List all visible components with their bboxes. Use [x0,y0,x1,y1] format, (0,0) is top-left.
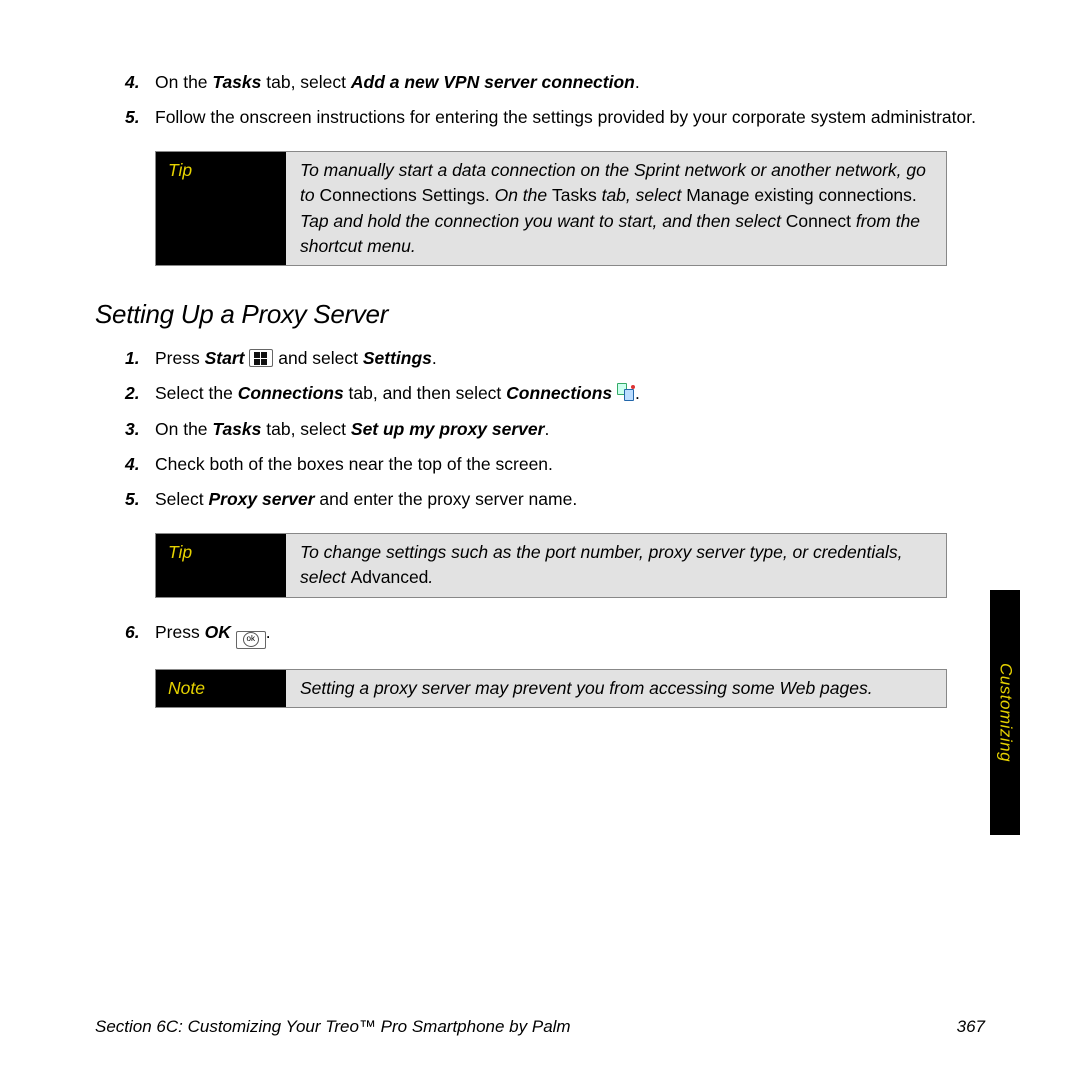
section-heading: Setting Up a Proxy Server [95,296,985,334]
step-number: 4. [125,70,140,95]
proxy-step-6: 6. Press OK . [125,620,985,649]
proxy-step-1: 1. Press Start and select Settings. [125,346,985,371]
step-text: Check both of the boxes near the top of … [155,454,553,474]
page-number: 367 [957,1015,985,1040]
step-number: 3. [125,417,140,442]
page: 4. On the Tasks tab, select Add a new VP… [0,0,1080,1080]
callout-body: To manually start a data connection on t… [286,152,946,266]
proxy-step-3: 3. On the Tasks tab, select Set up my pr… [125,417,985,442]
step-number: 6. [125,620,140,645]
step-4: 4. On the Tasks tab, select Add a new VP… [125,70,985,95]
step-number: 4. [125,452,140,477]
tip-callout-1: Tip To manually start a data connection … [155,151,947,267]
step-text: Press OK . [155,622,271,642]
step-text: Follow the onscreen instructions for ent… [155,107,976,127]
callout-label: Tip [156,152,286,266]
proxy-steps-cont: 6. Press OK . [95,620,985,649]
callout-body: To change settings such as the port numb… [286,534,946,597]
proxy-steps: 1. Press Start and select Settings. 2. S… [95,346,985,513]
step-text: Press Start and select Settings. [155,348,437,368]
step-5: 5. Follow the onscreen instructions for … [125,105,985,130]
proxy-step-5: 5. Select Proxy server and enter the pro… [125,487,985,512]
ok-icon [236,631,266,649]
start-icon [249,349,273,367]
connections-icon [617,383,635,401]
proxy-step-2: 2. Select the Connections tab, and then … [125,381,985,406]
callout-label: Tip [156,534,286,597]
callout-body: Setting a proxy server may prevent you f… [286,670,946,707]
step-number: 5. [125,487,140,512]
step-text: On the Tasks tab, select Add a new VPN s… [155,72,640,92]
step-number: 5. [125,105,140,130]
callout-label: Note [156,670,286,707]
step-text: On the Tasks tab, select Set up my proxy… [155,419,549,439]
step-text: Select Proxy server and enter the proxy … [155,489,577,509]
step-text: Select the Connections tab, and then sel… [155,383,640,403]
step-number: 1. [125,346,140,371]
tip-callout-2: Tip To change settings such as the port … [155,533,947,598]
vpn-steps-continued: 4. On the Tasks tab, select Add a new VP… [95,70,985,131]
proxy-step-4: 4. Check both of the boxes near the top … [125,452,985,477]
footer-section: Section 6C: Customizing Your Treo™ Pro S… [95,1015,571,1040]
note-callout: Note Setting a proxy server may prevent … [155,669,947,708]
step-number: 2. [125,381,140,406]
page-footer: Section 6C: Customizing Your Treo™ Pro S… [95,1015,985,1040]
side-tab: Customizing [990,590,1020,835]
